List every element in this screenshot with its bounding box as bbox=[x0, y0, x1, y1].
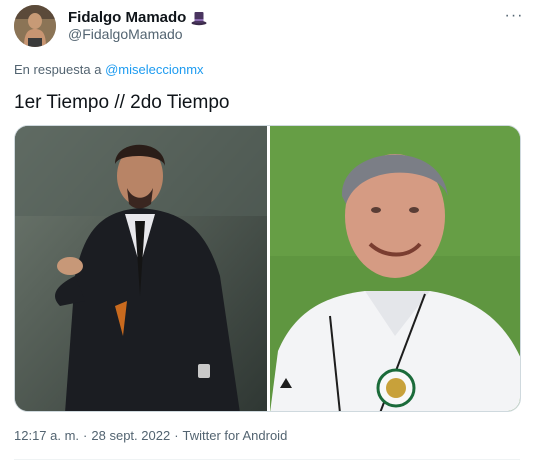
tweet-card: Fidalgo Mamado @FidalgoMamado ··· En res… bbox=[0, 0, 534, 466]
reply-mention-link[interactable]: @miseleccionmx bbox=[105, 62, 203, 77]
tweet-text: 1er Tiempo // 2do Tiempo bbox=[14, 92, 230, 113]
more-options-button[interactable]: ··· bbox=[500, 4, 528, 28]
reply-context: En respuesta a @miseleccionmx bbox=[14, 62, 204, 78]
author-name-row[interactable]: Fidalgo Mamado bbox=[68, 9, 207, 27]
media-grid bbox=[14, 125, 521, 412]
media-photo-1[interactable] bbox=[15, 126, 267, 411]
tweet-date[interactable]: 28 sept. 2022 bbox=[91, 428, 170, 444]
tweet-time[interactable]: 12:17 a. m. bbox=[14, 428, 79, 444]
tweet-source[interactable]: Twitter for Android bbox=[183, 428, 288, 444]
more-icon: ··· bbox=[504, 7, 524, 24]
display-name[interactable]: Fidalgo Mamado bbox=[68, 9, 186, 27]
meta-separator-2: · bbox=[174, 428, 179, 443]
reply-prefix: En respuesta a bbox=[14, 62, 102, 77]
divider bbox=[14, 459, 520, 460]
top-hat-icon bbox=[191, 10, 207, 26]
avatar[interactable] bbox=[14, 5, 56, 47]
tweet-metadata: 12:17 a. m. · 28 sept. 2022 · Twitter fo… bbox=[14, 428, 287, 444]
meta-separator-1: · bbox=[83, 428, 88, 443]
author-handle[interactable]: @FidalgoMamado bbox=[68, 26, 183, 43]
media-photo-2[interactable] bbox=[270, 126, 520, 411]
